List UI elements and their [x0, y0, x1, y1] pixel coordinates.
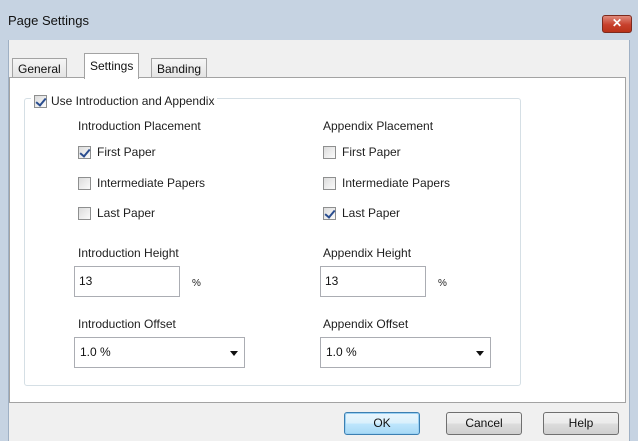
introduction-offset-label: Introduction Offset: [78, 317, 176, 331]
introduction-height-unit: %: [192, 278, 201, 289]
intro-first-paper-checkbox[interactable]: First Paper: [78, 145, 156, 159]
appendix-intermediate-papers-label: Intermediate Papers: [342, 176, 451, 190]
intro-intermediate-papers-checkbox[interactable]: Intermediate Papers: [78, 176, 205, 190]
intro-intermediate-papers-label: Intermediate Papers: [97, 176, 206, 190]
appendix-height-label: Appendix Height: [323, 246, 412, 260]
checkbox-icon[interactable]: [323, 206, 336, 220]
page-settings-dialog: Page Settings ✕ General Settings Banding…: [0, 0, 638, 441]
appendix-offset-value: 1.0 %: [326, 345, 357, 359]
intro-last-paper-checkbox[interactable]: Last Paper: [78, 206, 155, 220]
chevron-down-icon[interactable]: [476, 351, 484, 356]
chevron-down-icon[interactable]: [230, 351, 238, 356]
help-button[interactable]: Help: [543, 412, 619, 435]
appendix-first-paper-label: First Paper: [342, 145, 401, 159]
tab-general[interactable]: General: [12, 58, 67, 78]
introduction-placement-heading: Introduction Placement: [78, 119, 201, 133]
use-intro-appendix-label: Use Introduction and Appendix: [51, 94, 215, 108]
use-intro-appendix-checkbox[interactable]: Use Introduction and Appendix: [31, 93, 218, 109]
appendix-height-input[interactable]: 13: [320, 266, 426, 297]
tab-settings[interactable]: Settings: [84, 53, 140, 79]
title-bar[interactable]: Page Settings ✕: [0, 0, 638, 40]
introduction-height-input[interactable]: 13: [74, 266, 180, 297]
appendix-offset-select[interactable]: 1.0 %: [320, 337, 491, 368]
introduction-height-label: Introduction Height: [78, 246, 179, 260]
appendix-offset-label: Appendix Offset: [323, 317, 409, 331]
close-button[interactable]: ✕: [602, 15, 632, 33]
window-title: Page Settings: [8, 13, 89, 28]
checkbox-icon[interactable]: [323, 145, 336, 159]
intro-first-paper-label: First Paper: [97, 145, 156, 159]
checkbox-icon[interactable]: [323, 176, 336, 190]
appendix-intermediate-papers-checkbox[interactable]: Intermediate Papers: [323, 176, 450, 190]
appendix-placement-heading: Appendix Placement: [323, 119, 434, 133]
introduction-offset-select[interactable]: 1.0 %: [74, 337, 245, 368]
cancel-button[interactable]: Cancel: [446, 412, 522, 435]
checkbox-icon[interactable]: [78, 206, 91, 220]
checkbox-icon[interactable]: [78, 145, 91, 159]
use-intro-appendix-check-icon[interactable]: [34, 94, 47, 108]
ok-button[interactable]: OK: [344, 412, 420, 435]
checkbox-icon[interactable]: [78, 176, 91, 190]
introduction-offset-value: 1.0 %: [80, 345, 111, 359]
appendix-last-paper-checkbox[interactable]: Last Paper: [323, 206, 400, 220]
appendix-height-unit: %: [438, 278, 447, 289]
intro-last-paper-label: Last Paper: [97, 206, 156, 220]
appendix-last-paper-label: Last Paper: [342, 206, 401, 220]
appendix-first-paper-checkbox[interactable]: First Paper: [323, 145, 401, 159]
tab-banding[interactable]: Banding: [151, 58, 208, 78]
